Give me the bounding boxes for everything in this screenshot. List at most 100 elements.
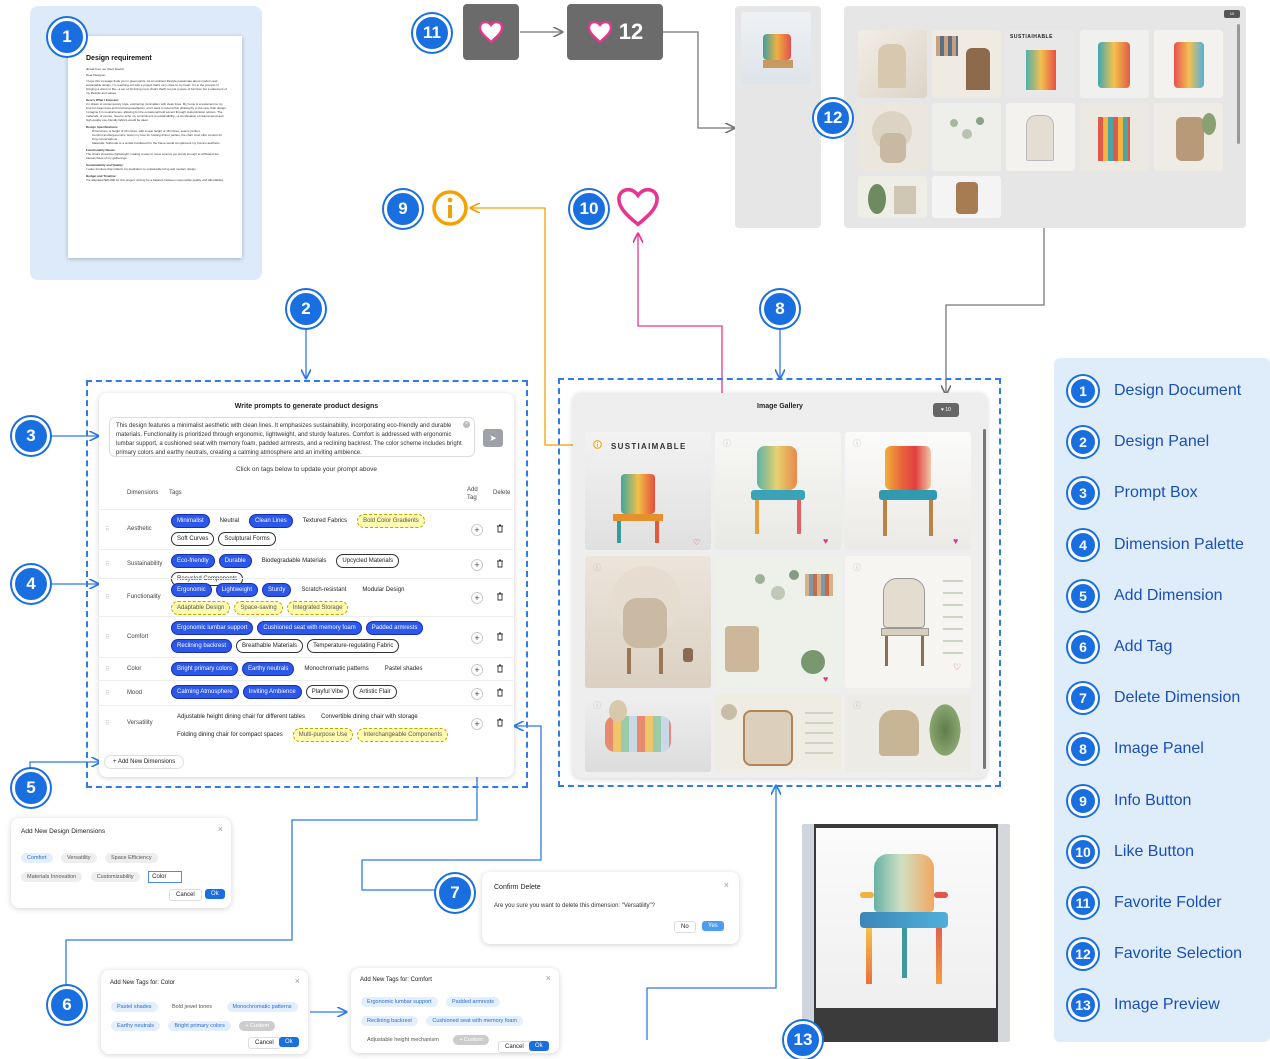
ok-button[interactable]: Ok xyxy=(529,1041,549,1051)
fav-image[interactable] xyxy=(858,103,927,171)
gallery-image[interactable]: ⓘ xyxy=(585,694,711,772)
close-icon[interactable]: × xyxy=(546,973,551,983)
close-icon[interactable]: × xyxy=(724,880,729,890)
fav-image[interactable] xyxy=(858,176,927,218)
fav-image[interactable] xyxy=(1154,30,1223,98)
tag-chip[interactable]: Clean Lines xyxy=(249,514,293,528)
tag-chip[interactable]: Minimalist xyxy=(171,514,210,528)
tag-pill[interactable]: Padded armrests xyxy=(445,997,500,1007)
close-icon[interactable]: × xyxy=(218,824,223,834)
gallery-image[interactable]: ⓘ ♡ xyxy=(845,556,971,688)
add-dimension-button[interactable]: + Add New Dimensions xyxy=(104,755,185,769)
like-icon[interactable]: ♥ xyxy=(823,674,828,684)
tag-pill[interactable]: Cushioned seat with memory foam xyxy=(426,1016,524,1026)
dimension-input[interactable]: Color xyxy=(148,871,183,883)
delete-dimension-button[interactable] xyxy=(495,524,505,535)
gallery-image[interactable]: ⓘ ♥ xyxy=(845,432,971,550)
fav-image[interactable] xyxy=(932,176,1001,218)
gallery-image[interactable]: SUSTIAIMABLE ♡ xyxy=(585,432,711,550)
dimension-pill[interactable]: Versatility xyxy=(61,853,97,863)
tag-pill[interactable]: Pastel shades xyxy=(111,1002,158,1012)
tag-chip[interactable]: Eco-friendly xyxy=(171,554,215,568)
tag-pill[interactable]: Ergonomic lumbar support xyxy=(361,997,438,1007)
favorite-count-chip[interactable]: 10 xyxy=(1224,10,1240,18)
prompt-box[interactable]: This design features a minimalist aesthe… xyxy=(109,417,475,457)
delete-dimension-button[interactable] xyxy=(495,632,505,643)
gallery-image[interactable]: ⓘ xyxy=(845,694,971,772)
tag-chip[interactable]: Soft Curves xyxy=(171,532,215,546)
fav-image[interactable] xyxy=(1154,103,1223,171)
custom-tag-button[interactable]: + Custom xyxy=(453,1035,490,1045)
tag-chip[interactable]: Convertible dining chair with storage xyxy=(315,710,424,724)
tag-chip[interactable]: Monochromatic patterns xyxy=(298,662,374,676)
add-tag-button[interactable]: + xyxy=(471,592,483,604)
tag-chip[interactable]: Cushioned seat with memory foam xyxy=(257,621,362,635)
cancel-button[interactable]: Cancel xyxy=(248,1037,281,1049)
tag-chip[interactable]: Interchangeable Components xyxy=(357,728,449,742)
drag-handle-icon[interactable]: ⠿ xyxy=(105,594,109,601)
fav-image[interactable] xyxy=(1080,103,1149,171)
ok-button[interactable]: Ok xyxy=(279,1037,299,1047)
tag-pill[interactable]: Bright primary colors xyxy=(168,1021,231,1031)
tag-chip[interactable]: Biodegradable Materials xyxy=(256,554,333,568)
fav-image[interactable] xyxy=(932,30,1001,98)
scrollbar[interactable] xyxy=(1237,24,1240,144)
tag-chip[interactable]: Space-saving xyxy=(234,601,283,615)
info-icon[interactable]: ⓘ xyxy=(723,438,731,449)
drag-handle-icon[interactable]: ⠿ xyxy=(105,634,109,641)
like-icon[interactable]: ♡ xyxy=(953,662,961,673)
gallery-image[interactable]: ♥ xyxy=(715,556,841,688)
clear-icon[interactable]: × xyxy=(463,421,470,428)
add-tag-button[interactable]: + xyxy=(471,664,483,676)
info-icon[interactable]: ⓘ xyxy=(853,700,861,711)
add-tag-button[interactable]: + xyxy=(471,559,483,571)
dimension-pill[interactable]: Materials Innovation xyxy=(21,872,83,882)
tag-chip[interactable]: Temperature-regulating Fabric xyxy=(307,639,400,653)
tag-chip[interactable]: Bold Color Gradients xyxy=(357,514,425,528)
tag-chip[interactable]: Sculptural Forms xyxy=(218,532,276,546)
close-icon[interactable]: × xyxy=(295,976,300,986)
tag-chip[interactable]: Inviting Ambience xyxy=(242,685,302,699)
add-tag-button[interactable]: + xyxy=(471,524,483,536)
tag-chip[interactable]: Reclining backrest xyxy=(171,639,233,653)
tag-chip[interactable]: Modular Design xyxy=(356,583,410,597)
tag-chip[interactable]: Upcycled Materials xyxy=(336,554,400,568)
tag-chip[interactable]: Playful Vibe xyxy=(305,685,350,699)
delete-dimension-button[interactable] xyxy=(495,664,505,675)
cancel-button[interactable]: Cancel xyxy=(498,1041,531,1053)
favorite-folder-filled[interactable]: 12 xyxy=(567,4,663,60)
gallery-image[interactable]: ⓘ ♥ xyxy=(715,432,841,550)
fav-image[interactable] xyxy=(858,30,927,98)
add-tag-button[interactable]: + xyxy=(471,688,483,700)
yes-button[interactable]: Yes xyxy=(702,921,724,931)
tag-chip[interactable]: Adjustable height dining chair for diffe… xyxy=(171,710,311,724)
gallery-image[interactable]: ⓘ xyxy=(585,556,711,688)
delete-dimension-button[interactable] xyxy=(495,559,505,570)
like-icon[interactable]: ♥ xyxy=(953,536,958,546)
fav-image[interactable] xyxy=(1080,30,1149,98)
cancel-button[interactable]: Cancel xyxy=(169,889,202,901)
fav-image[interactable]: SUSTIAIHABLE xyxy=(1006,30,1075,98)
tag-chip[interactable]: Lightweight xyxy=(215,583,259,597)
tag-pill[interactable]: Adjustable height mechanism xyxy=(361,1035,445,1045)
add-tag-button[interactable]: + xyxy=(471,632,483,644)
gallery-fav-chip[interactable]: ♥ 10 xyxy=(933,403,959,417)
tag-chip[interactable]: Textured Fabrics xyxy=(297,514,353,528)
drag-handle-icon[interactable]: ⠿ xyxy=(105,561,109,568)
tag-chip[interactable]: Ergonomic xyxy=(171,583,212,597)
tag-chip[interactable]: Ergonomic lumbar support xyxy=(171,621,254,635)
like-icon[interactable]: ♡ xyxy=(693,538,700,547)
drag-handle-icon[interactable]: ⠿ xyxy=(105,526,109,533)
tag-chip[interactable]: Earthy neutrals xyxy=(242,662,295,676)
fav-image[interactable] xyxy=(932,103,1001,171)
drag-handle-icon[interactable]: ⠿ xyxy=(105,690,109,697)
image-preview[interactable] xyxy=(816,828,996,1008)
dimension-pill[interactable]: Space Efficiency xyxy=(105,853,158,863)
delete-dimension-button[interactable] xyxy=(495,592,505,603)
info-icon[interactable]: ⓘ xyxy=(593,700,601,711)
info-icon[interactable]: ⓘ xyxy=(853,562,861,573)
info-icon[interactable] xyxy=(431,189,469,227)
no-button[interactable]: No xyxy=(674,921,696,933)
info-icon[interactable]: ⓘ xyxy=(853,438,861,449)
dimension-pill[interactable]: Comfort xyxy=(21,853,53,863)
